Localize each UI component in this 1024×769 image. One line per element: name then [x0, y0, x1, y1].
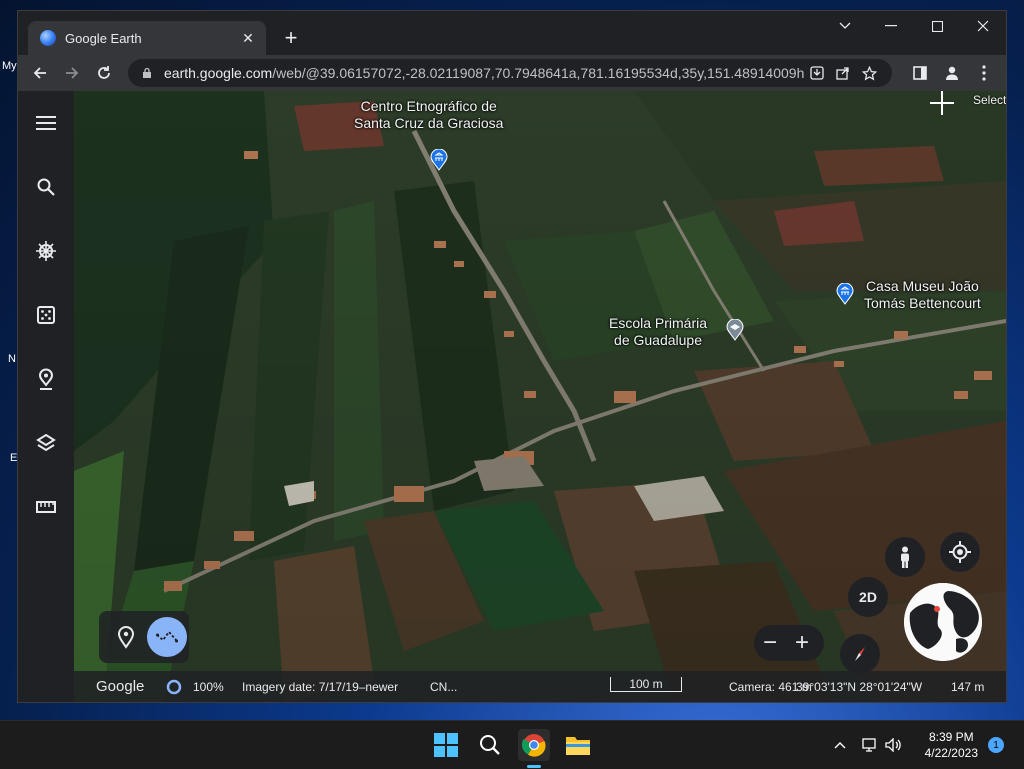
side-panel-icon[interactable]: [906, 59, 934, 87]
close-icon[interactable]: ✕: [238, 28, 258, 48]
chrome-icon[interactable]: [518, 729, 550, 761]
load-progress: 100%: [193, 680, 224, 694]
tab-google-earth[interactable]: Google Earth ✕: [28, 21, 266, 55]
school-pin-icon[interactable]: [726, 318, 744, 341]
select-label[interactable]: Select: [973, 93, 1006, 107]
globe-overview-icon[interactable]: [904, 583, 982, 661]
lock-icon[interactable]: [140, 66, 154, 80]
share-icon[interactable]: [830, 60, 856, 86]
windows-start-icon[interactable]: [430, 729, 462, 761]
place-label-escola[interactable]: Escola Primária de Guadalupe: [609, 315, 707, 349]
coordinates: 39°03'13"N 28°01'24"W: [796, 680, 923, 694]
street-view-pegman-button[interactable]: [885, 537, 925, 577]
profile-icon[interactable]: [938, 59, 966, 87]
clock-time: 8:39 PM: [928, 730, 974, 744]
projects-pin-icon[interactable]: [31, 364, 61, 394]
my-location-button[interactable]: [940, 532, 980, 572]
search-icon[interactable]: [31, 172, 61, 202]
menu-icon[interactable]: [31, 108, 61, 138]
crosshair-icon: [930, 91, 954, 115]
more-menu-icon[interactable]: [970, 59, 998, 87]
star-icon[interactable]: [856, 60, 882, 86]
museum-pin-icon[interactable]: [430, 148, 448, 171]
scale-bar[interactable]: 100 m: [610, 677, 682, 692]
elevation: 147 m: [951, 680, 985, 694]
zoom-controls: − +: [754, 625, 824, 661]
maximize-button[interactable]: [914, 11, 960, 41]
chevron-down-icon[interactable]: [822, 11, 868, 41]
measure-ruler-icon[interactable]: [31, 492, 61, 522]
system-clock[interactable]: 8:39 PM 4/22/2023: [925, 729, 978, 761]
browser-window: Google Earth ✕ + earth.google.com/web/@3…: [17, 10, 1007, 703]
zoom-in-button[interactable]: +: [786, 627, 818, 659]
imagery-date: Imagery date: 7/17/19–newer: [242, 680, 399, 694]
taskbar: 8:39 PM 4/22/2023 1: [0, 720, 1024, 769]
path-icon: [156, 630, 178, 643]
map-style-layers-icon[interactable]: [31, 428, 61, 458]
attribution[interactable]: CN...: [430, 680, 457, 694]
tab-title: Google Earth: [65, 30, 142, 46]
search-icon[interactable]: [474, 729, 506, 761]
toggle-2d-button[interactable]: 2D: [848, 577, 888, 617]
browser-toolbar: earth.google.com/web/@39.06157072,-28.02…: [18, 55, 1006, 91]
url-text[interactable]: earth.google.com/web/@39.06157072,-28.02…: [164, 65, 804, 81]
loading-ring-icon: [166, 679, 182, 695]
address-bar[interactable]: earth.google.com/web/@39.06157072,-28.02…: [128, 59, 892, 87]
notification-badge[interactable]: 1: [988, 737, 1004, 753]
placemark-icon[interactable]: [115, 625, 137, 649]
museum-pin-icon[interactable]: [836, 282, 854, 305]
zoom-out-button[interactable]: −: [754, 627, 786, 659]
network-icon[interactable]: [858, 729, 882, 761]
volume-icon[interactable]: [882, 729, 906, 761]
my-location-icon: [949, 541, 971, 563]
draw-path-button[interactable]: [147, 617, 187, 657]
google-earth-favicon-icon: [40, 30, 56, 46]
voyager-icon[interactable]: [31, 236, 61, 266]
title-bar: Google Earth ✕ +: [18, 11, 1006, 55]
satellite-map[interactable]: Centro Etnográfico de Santa Cruz da Graci…: [74, 91, 1006, 702]
google-logo: Google: [96, 678, 145, 695]
place-label-casa-museu[interactable]: Casa Museu João Tomás Bettencourt: [864, 278, 981, 312]
desktop-icon-label[interactable]: My: [2, 60, 17, 72]
file-explorer-icon[interactable]: [562, 729, 594, 761]
new-tab-button[interactable]: +: [278, 25, 304, 51]
back-button[interactable]: [26, 59, 54, 87]
chevron-up-icon[interactable]: [826, 729, 854, 761]
earth-viewport: Centro Etnográfico de Santa Cruz da Graci…: [18, 91, 1006, 702]
compass-icon: [855, 647, 865, 661]
reload-button[interactable]: [90, 59, 118, 87]
desktop-icon-label[interactable]: N: [8, 353, 16, 365]
minimize-button[interactable]: [868, 11, 914, 41]
drawing-toolbar: [99, 611, 189, 663]
forward-button[interactable]: [58, 59, 86, 87]
pegman-icon: [901, 546, 909, 568]
earth-sidebar: [18, 91, 74, 702]
place-label-centro[interactable]: Centro Etnográfico de Santa Cruz da Graci…: [354, 98, 503, 132]
feeling-lucky-dice-icon[interactable]: [31, 300, 61, 330]
status-bar: Google 100% Imagery date: 7/17/19–newer …: [74, 671, 1006, 702]
window-close-button[interactable]: [960, 11, 1006, 41]
install-app-icon[interactable]: [804, 60, 830, 86]
compass-button[interactable]: [840, 634, 880, 674]
clock-date: 4/22/2023: [924, 746, 978, 760]
